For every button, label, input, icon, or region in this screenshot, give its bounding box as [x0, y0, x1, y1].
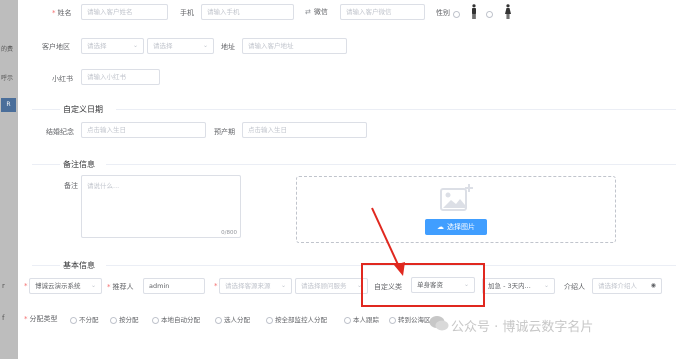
phone-input[interactable]: 请输入手机 — [201, 4, 294, 20]
referrer-label: * 推荐人 — [107, 283, 134, 291]
chevron-down-icon: ⌄ — [280, 282, 286, 289]
chevron-down-icon: ⌄ — [202, 42, 208, 49]
region-province-select[interactable]: 请选择 ⌄ — [81, 38, 144, 54]
edge-text-1: 的费 — [1, 46, 14, 53]
watermark-text: 公众号 · 博诚云数字名片 — [451, 320, 594, 335]
swap-icon[interactable]: ⇄ — [305, 8, 311, 16]
wechat-input[interactable]: 请输入客户微信 — [340, 4, 425, 20]
wechat-label: ⇄ 微信 — [305, 8, 328, 16]
introducer-input[interactable]: 请选择介绍人 ◉ — [592, 278, 662, 294]
cloud-upload-icon: ☁ — [437, 223, 444, 231]
chevron-down-icon: ⌄ — [132, 42, 138, 49]
required-mark: * — [214, 282, 218, 290]
remark-char-counter: 0/800 — [221, 230, 237, 236]
chevron-down-icon: ⌄ — [90, 282, 96, 289]
source-system-select[interactable]: 博诚云演示系统 ⌄ — [29, 278, 102, 294]
customer-form-panel: * 姓名 请输入客户姓名 手机 请输入手机 ⇄ 微信 请输入客户微信 性别 客户地区… — [18, 0, 686, 359]
follow-up-select[interactable]: 加急 - 3天内... ⌄ — [482, 278, 555, 294]
assign-option-local-auto[interactable]: 本地自动分配 — [152, 314, 200, 324]
xiaohongshu-input[interactable]: 请输入小红书 — [81, 69, 160, 85]
region-city-select[interactable]: 请选择 ⌄ — [147, 38, 214, 54]
address-input[interactable]: 请输入客户地址 — [242, 38, 347, 54]
edge-text-2: 呼示 — [1, 75, 14, 82]
eye-icon[interactable]: ◉ — [651, 279, 656, 293]
edge-blue-tab: R — [1, 98, 16, 112]
basic-info-section-title: 基本信息 — [63, 261, 95, 270]
due-date-input[interactable]: 点击输入生日 — [242, 122, 367, 138]
name-label: * 姓名 — [52, 9, 72, 17]
assign-option-assign[interactable]: 按分配 — [110, 314, 139, 324]
anniversary-date-input[interactable]: 点击输入生日 — [81, 122, 206, 138]
image-icon — [440, 184, 473, 211]
gender-radio-male[interactable] — [453, 11, 460, 18]
gender-radio-female[interactable] — [486, 11, 493, 18]
assign-option-none[interactable]: 不分配 — [70, 314, 99, 324]
assign-option-self[interactable]: 本人跟踪 — [344, 314, 379, 324]
assign-type-label: * 分配类型 — [24, 315, 58, 323]
due-date-label: 预产期 — [214, 128, 235, 136]
anniversary-label: 结婚纪念 — [46, 128, 74, 136]
assign-option-all-monitors[interactable]: 按全部监控人分配 — [266, 314, 327, 324]
customer-channel-select[interactable]: 请选择客源来源 ⌄ — [219, 278, 292, 294]
custom-date-section-title: 自定义日期 — [63, 105, 103, 114]
section-divider-left — [32, 265, 60, 266]
assign-option-pick-person[interactable]: 选人分配 — [215, 314, 250, 324]
referrer-input[interactable]: admin — [143, 278, 205, 294]
advisor-select[interactable]: 请选择顾问服务 ⌄ — [295, 278, 368, 294]
image-upload-area[interactable]: ☁ 选择图片 — [296, 176, 616, 243]
notes-section-title: 备注信息 — [63, 160, 95, 169]
section-divider-right — [116, 109, 676, 110]
introducer-label: 介绍人 — [564, 283, 585, 291]
gender-label: 性别 — [436, 9, 450, 17]
phone-label: 手机 — [180, 9, 194, 17]
name-input[interactable]: 请输入客户姓名 — [81, 4, 168, 20]
address-label: 地址 — [221, 43, 235, 51]
edge-mark-1: r — [2, 282, 5, 290]
section-divider-left — [32, 109, 60, 110]
remark-label: 备注 — [64, 182, 78, 190]
section-divider-left — [32, 164, 60, 165]
region-label: 客户地区 — [42, 43, 70, 51]
required-mark: * — [24, 282, 28, 290]
wechat-icon — [429, 316, 449, 331]
chevron-down-icon: ⌄ — [543, 282, 549, 289]
xiaohongshu-label: 小红书 — [52, 75, 73, 83]
section-divider-right — [106, 164, 676, 165]
remark-placeholder: 请说什么... — [87, 182, 120, 190]
arrow-icon — [371, 207, 405, 276]
male-icon[interactable] — [471, 4, 477, 19]
assign-option-public-pool[interactable]: 转到公海区 — [389, 314, 431, 324]
select-image-button[interactable]: ☁ 选择图片 — [425, 219, 487, 235]
edge-mark-2: f — [2, 314, 5, 322]
remark-textarea[interactable]: 请说什么... 0/800 — [81, 175, 241, 238]
female-icon[interactable] — [505, 4, 511, 19]
background-page-edge: 的费 呼示 R r f — [0, 0, 18, 359]
